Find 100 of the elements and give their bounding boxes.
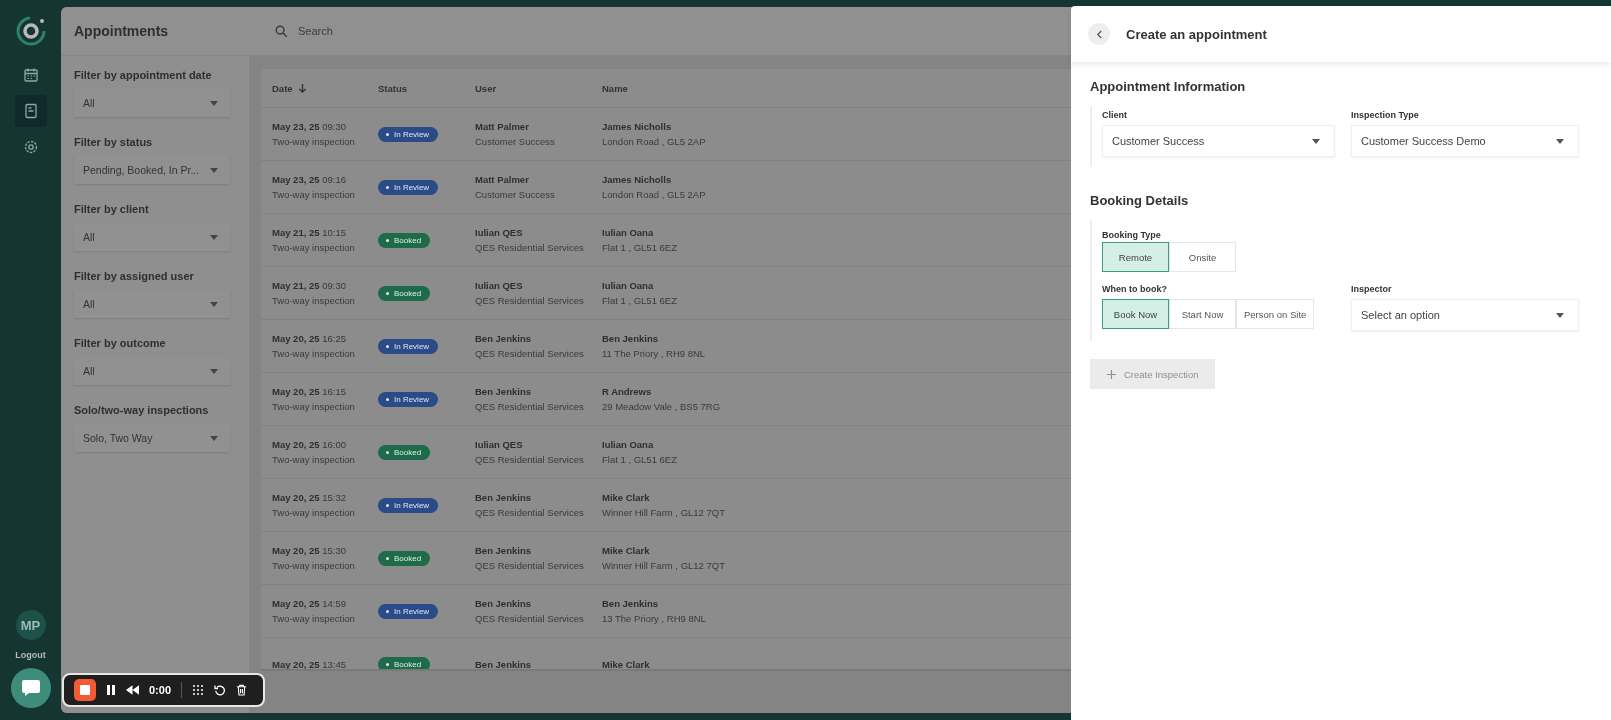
- type-text: Two-way inspection: [272, 613, 356, 624]
- chat-button[interactable]: [11, 668, 51, 708]
- date-text: May 20, 25 15:32: [272, 492, 347, 503]
- date-text: May 20, 25 16:15: [272, 386, 347, 397]
- client-dropdown[interactable]: Customer Success: [1102, 125, 1335, 157]
- address-text: 11 The Priory , RH9 8NL: [602, 348, 707, 359]
- client-name: Ben Jenkins: [602, 598, 659, 609]
- column-header[interactable]: Status: [367, 82, 464, 94]
- date-text: May 21, 25 10:15: [272, 227, 347, 238]
- date-text: May 23, 25 09:30: [272, 121, 347, 132]
- filter-dropdown[interactable]: All: [74, 89, 230, 117]
- user-org: QES Residential Services: [475, 454, 585, 465]
- date-text: May 20, 25 15:30: [272, 545, 347, 556]
- client-name: Iulian Oana: [602, 280, 655, 291]
- user-name: Iulian QES: [475, 439, 524, 450]
- caret-icon: [210, 234, 218, 240]
- client-name: Mike Clark: [602, 492, 651, 503]
- calendar-icon: [22, 67, 39, 83]
- status-badge: In Review: [378, 338, 439, 354]
- search-field[interactable]: Search: [296, 24, 600, 38]
- user-name: Ben Jenkins: [475, 386, 532, 397]
- recording-time: 0:00: [149, 684, 172, 696]
- document-icon: [22, 103, 39, 119]
- date-text: May 20, 25 13:45: [272, 658, 347, 669]
- user-org: QES Residential Services: [475, 401, 585, 412]
- status-badge: In Review: [378, 391, 439, 407]
- client-name: James Nicholls: [602, 121, 673, 132]
- type-text: Two-way inspection: [272, 295, 356, 306]
- grid-icon[interactable]: [192, 684, 205, 696]
- when-option[interactable]: Start Now: [1169, 299, 1236, 329]
- sort-arrow-icon: [297, 82, 307, 94]
- when-option[interactable]: Person on Site: [1236, 299, 1315, 329]
- status-badge: Booked: [378, 232, 431, 248]
- back-button[interactable]: [1088, 23, 1110, 45]
- status-badge: Booked: [378, 444, 431, 460]
- column-header[interactable]: Name: [591, 82, 891, 94]
- filter-dropdown[interactable]: Pending, Booked, In Pr...: [74, 156, 230, 184]
- column-header[interactable]: Date: [261, 82, 367, 94]
- user-org: Customer Success: [475, 136, 556, 147]
- restart-icon[interactable]: [214, 684, 227, 696]
- address-text: Flat 1 , GL51 6EZ: [602, 454, 678, 465]
- client-name: Mike Clark: [602, 658, 651, 669]
- rewind-icon[interactable]: [126, 685, 139, 695]
- section-heading: Appointment Information: [1090, 79, 1247, 94]
- chat-icon: [21, 679, 41, 697]
- user-name: Matt Palmer: [475, 174, 530, 185]
- user-avatar[interactable]: MP: [15, 610, 46, 640]
- filter-label: Filter by status: [74, 136, 154, 148]
- status-badge: Booked: [378, 550, 431, 566]
- status-badge: Booked: [378, 656, 431, 669]
- date-text: May 20, 25 14:59: [272, 598, 347, 609]
- address-text: Flat 1 , GL51 6EZ: [602, 242, 678, 253]
- caret-icon: [210, 435, 218, 441]
- trash-icon[interactable]: [236, 684, 248, 696]
- client-name: Iulian Oana: [602, 227, 655, 238]
- filter-dropdown[interactable]: All: [74, 357, 230, 385]
- caret-icon: [210, 301, 218, 307]
- status-badge: In Review: [378, 126, 439, 142]
- address-text: Winner Hill Farm , GL12 7QT: [602, 560, 726, 571]
- caret-icon: [1556, 138, 1564, 144]
- stop-button[interactable]: [74, 679, 96, 701]
- document-nav-button[interactable]: [14, 95, 47, 127]
- client-name: James Nicholls: [602, 174, 673, 185]
- caret-icon: [1312, 138, 1320, 144]
- when-option[interactable]: Book Now: [1102, 299, 1169, 329]
- field-label: Inspector: [1351, 284, 1393, 294]
- type-text: Two-way inspection: [272, 242, 356, 253]
- type-text: Two-way inspection: [272, 507, 356, 518]
- user-name: Ben Jenkins: [475, 545, 532, 556]
- address-text: 13 The Priory , RH9 8NL: [602, 613, 707, 624]
- type-text: Two-way inspection: [272, 454, 356, 465]
- column-header[interactable]: User: [464, 82, 591, 94]
- field-label: Inspection Type: [1351, 110, 1420, 120]
- caret-icon: [1556, 312, 1564, 318]
- booking-type-option[interactable]: Onsite: [1169, 242, 1236, 272]
- user-name: Matt Palmer: [475, 121, 530, 132]
- address-text: London Road , GL5 2AP: [602, 136, 707, 147]
- pause-icon[interactable]: [106, 684, 116, 696]
- filter-dropdown[interactable]: All: [74, 223, 230, 251]
- user-org: QES Residential Services: [475, 242, 585, 253]
- status-badge: In Review: [378, 497, 439, 513]
- date-text: May 21, 25 09:30: [272, 280, 347, 291]
- client-name: R Andrews: [602, 386, 653, 397]
- address-text: Flat 1 , GL51 6EZ: [602, 295, 678, 306]
- inspection-type-dropdown[interactable]: Customer Success Demo: [1351, 125, 1579, 157]
- filter-dropdown[interactable]: Solo, Two Way: [74, 424, 230, 452]
- type-text: Two-way inspection: [272, 560, 356, 571]
- caret-icon: [210, 368, 218, 374]
- user-name: Ben Jenkins: [475, 492, 532, 503]
- inspector-dropdown[interactable]: Select an option: [1351, 299, 1579, 331]
- date-text: May 20, 25 16:00: [272, 439, 347, 450]
- filter-label: Filter by assigned user: [74, 270, 195, 282]
- user-org: QES Residential Services: [475, 560, 585, 571]
- user-name: Iulian QES: [475, 280, 524, 291]
- booking-type-option[interactable]: Remote: [1102, 242, 1169, 272]
- type-text: Two-way inspection: [272, 189, 356, 200]
- logout-link[interactable]: Logout: [15, 650, 46, 660]
- user-name: Ben Jenkins: [475, 598, 532, 609]
- user-name: Iulian QES: [475, 227, 524, 238]
- filter-dropdown[interactable]: All: [74, 290, 230, 318]
